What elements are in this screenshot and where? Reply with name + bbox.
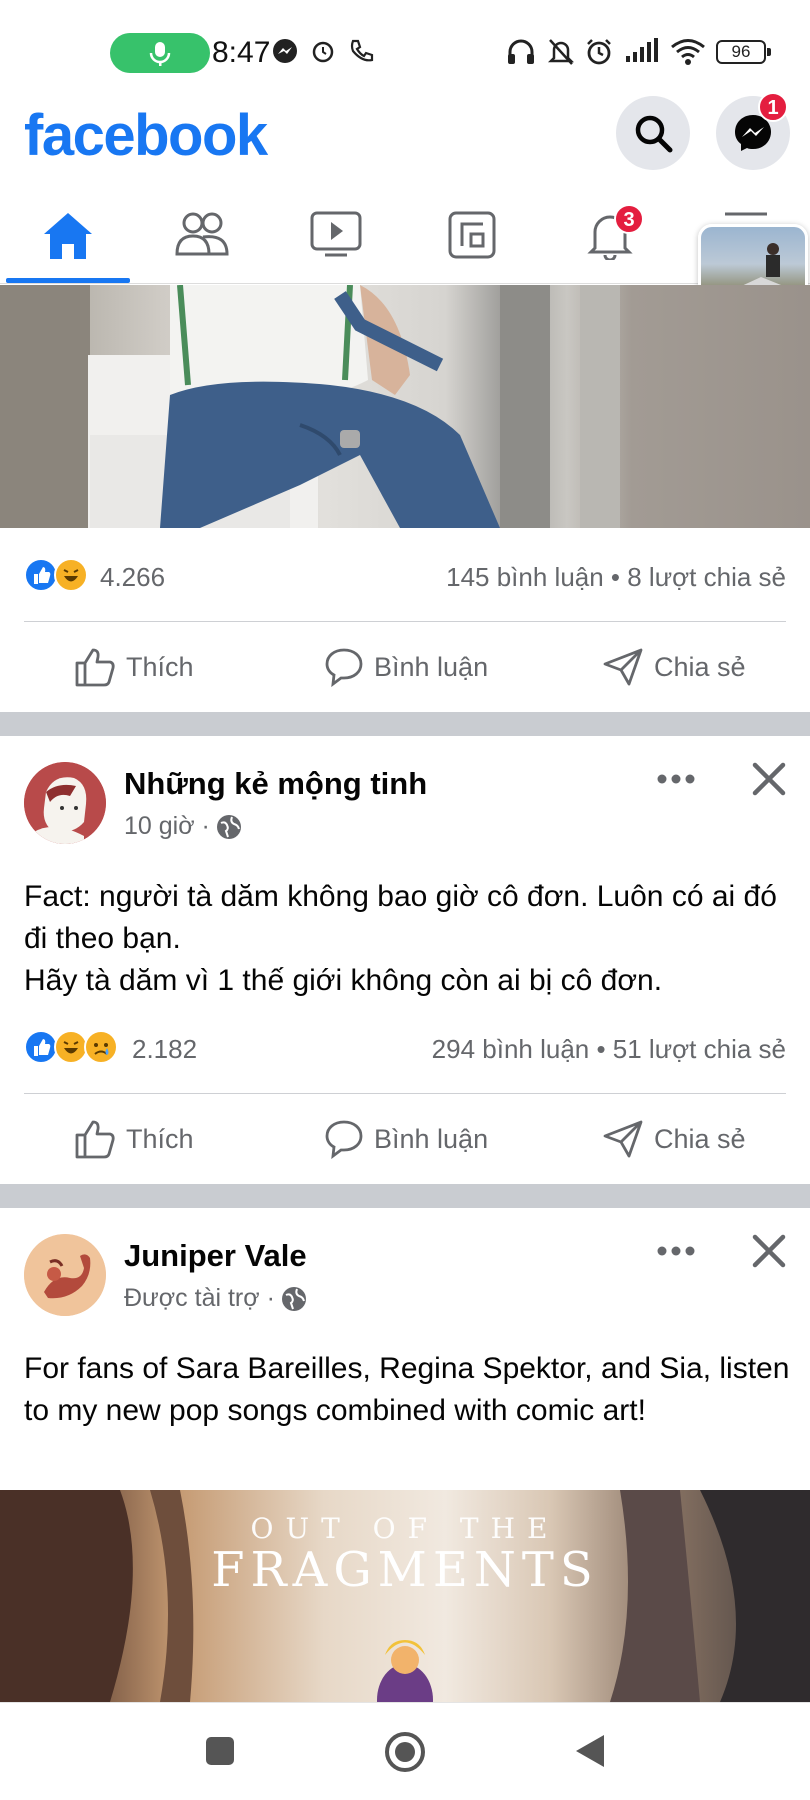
- post2-close-icon[interactable]: [752, 762, 786, 796]
- back-icon[interactable]: [574, 1733, 606, 1769]
- tab-gaming[interactable]: [432, 210, 512, 266]
- post1-comments-shares[interactable]: 145 bình luận • 8 lượt chia sẻ: [446, 562, 786, 593]
- messenger-button[interactable]: 1: [716, 92, 790, 170]
- share-icon: [603, 1120, 643, 1158]
- post2-comment-button[interactable]: Bình luận: [324, 1094, 488, 1184]
- post1-stats: 4.266 145 bình luận • 8 lượt chia sẻ: [24, 556, 786, 596]
- post3-author[interactable]: Juniper Vale: [124, 1238, 307, 1274]
- post1-like-label: Thích: [126, 651, 194, 682]
- post3-avatar-image: [24, 1234, 106, 1316]
- comment-icon: [325, 1120, 363, 1159]
- like-icon: [75, 648, 115, 687]
- comment-icon: [325, 648, 363, 687]
- post2-comment-label: Bình luận: [374, 1123, 489, 1154]
- post3-meta: Được tài trợ ·: [124, 1284, 307, 1313]
- post2-avatar[interactable]: [24, 762, 106, 844]
- post-photo-image: [0, 285, 620, 528]
- post3-text: For fans of Sara Bareilles, Regina Spekt…: [24, 1352, 790, 1427]
- like-reaction-icon: [24, 558, 58, 592]
- haha-reaction-icon: [54, 558, 88, 592]
- post3-ad-image[interactable]: OUT OF THE FRAGMENTS: [0, 1490, 810, 1702]
- post1-share-label: Chia sẻ: [654, 651, 746, 682]
- haha-reaction-icon: [54, 1030, 88, 1064]
- recent-apps-icon[interactable]: [204, 1735, 236, 1767]
- gaming-icon: [448, 211, 496, 259]
- tab-bar: 3: [0, 192, 810, 284]
- battery-indicator: 96: [716, 40, 771, 64]
- system-nav-bar: [0, 1702, 810, 1800]
- status-bar: 8:47 96: [0, 0, 810, 96]
- post2-avatar-image: [24, 762, 106, 844]
- messenger-status-icon: [273, 39, 297, 63]
- signal-icon: [626, 38, 658, 62]
- globe-icon: [281, 1286, 306, 1311]
- headphones-icon: [508, 39, 534, 64]
- post2-author[interactable]: Những kẻ mộng tinh: [124, 766, 427, 802]
- post3-sponsored[interactable]: Được tài trợ ·: [124, 1284, 275, 1313]
- post2-stats: 2.182 294 bình luận • 51 lượt chia sẻ: [24, 1028, 786, 1068]
- like-reaction-icon: [24, 1030, 58, 1064]
- tab-home[interactable]: [28, 210, 108, 266]
- post2-text: Fact: người tà dăm không bao giờ cô đơn.…: [24, 880, 777, 997]
- tab-notifications[interactable]: 3: [570, 204, 650, 266]
- home-nav-icon[interactable]: [384, 1731, 426, 1773]
- messenger-badge: 1: [758, 92, 788, 122]
- post3-more-icon[interactable]: [654, 1236, 698, 1266]
- facebook-logo[interactable]: facebook: [24, 102, 268, 169]
- post1-actions: Thích Bình luận Chia sẻ: [0, 622, 810, 712]
- feed-separator: [0, 1184, 810, 1208]
- tab-watch[interactable]: [296, 210, 376, 266]
- ad-title-big: FRAGMENTS: [211, 1542, 599, 1598]
- tab-friends[interactable]: [162, 210, 242, 266]
- post1-comment-label: Bình luận: [374, 651, 489, 682]
- search-icon: [635, 115, 673, 153]
- notifications-badge: 3: [614, 204, 644, 234]
- globe-icon: [216, 814, 241, 839]
- menu-icon: [725, 212, 767, 216]
- search-button[interactable]: [616, 96, 690, 170]
- post-photo[interactable]: [0, 285, 810, 528]
- mic-indicator[interactable]: [110, 33, 210, 73]
- sad-reaction-icon: [84, 1030, 118, 1064]
- post1-comment-button[interactable]: Bình luận: [324, 622, 488, 712]
- alarm-icon: [312, 41, 334, 63]
- video-icon: [310, 211, 362, 257]
- post2-time[interactable]: 10 giờ ·: [124, 812, 210, 841]
- post1-reaction-count[interactable]: 4.266: [100, 562, 165, 593]
- post3-close-icon[interactable]: [752, 1234, 786, 1268]
- ad-title-small: OUT OF THE: [250, 1512, 560, 1545]
- call-icon: [350, 39, 374, 62]
- post1-share-button[interactable]: Chia sẻ: [602, 622, 746, 712]
- alarm-icon-2: [587, 39, 611, 65]
- home-icon: [44, 213, 92, 259]
- active-tab-indicator: [6, 278, 130, 283]
- app-header: facebook 1: [0, 92, 810, 192]
- post2-like-label: Thích: [126, 1123, 194, 1154]
- post2-like-button[interactable]: Thích: [74, 1094, 194, 1184]
- like-icon: [75, 1120, 115, 1159]
- post2-share-button[interactable]: Chia sẻ: [602, 1094, 746, 1184]
- post2-actions: Thích Bình luận Chia sẻ: [0, 1094, 810, 1184]
- post2-share-label: Chia sẻ: [654, 1123, 746, 1154]
- post1-like-button[interactable]: Thích: [74, 622, 194, 712]
- share-icon: [603, 648, 643, 686]
- mute-icon: [547, 39, 575, 65]
- feed-separator: [0, 712, 810, 736]
- post2-more-icon[interactable]: [654, 764, 698, 794]
- post2-reaction-count[interactable]: 2.182: [132, 1034, 197, 1065]
- status-time: 8:47: [212, 36, 271, 69]
- post2-comments-shares[interactable]: 294 bình luận • 51 lượt chia sẻ: [432, 1034, 786, 1065]
- post2-meta: 10 giờ ·: [124, 812, 242, 841]
- mic-icon: [149, 42, 171, 66]
- wifi-icon: [671, 39, 705, 65]
- friends-icon: [175, 212, 229, 256]
- post3-avatar[interactable]: [24, 1234, 106, 1316]
